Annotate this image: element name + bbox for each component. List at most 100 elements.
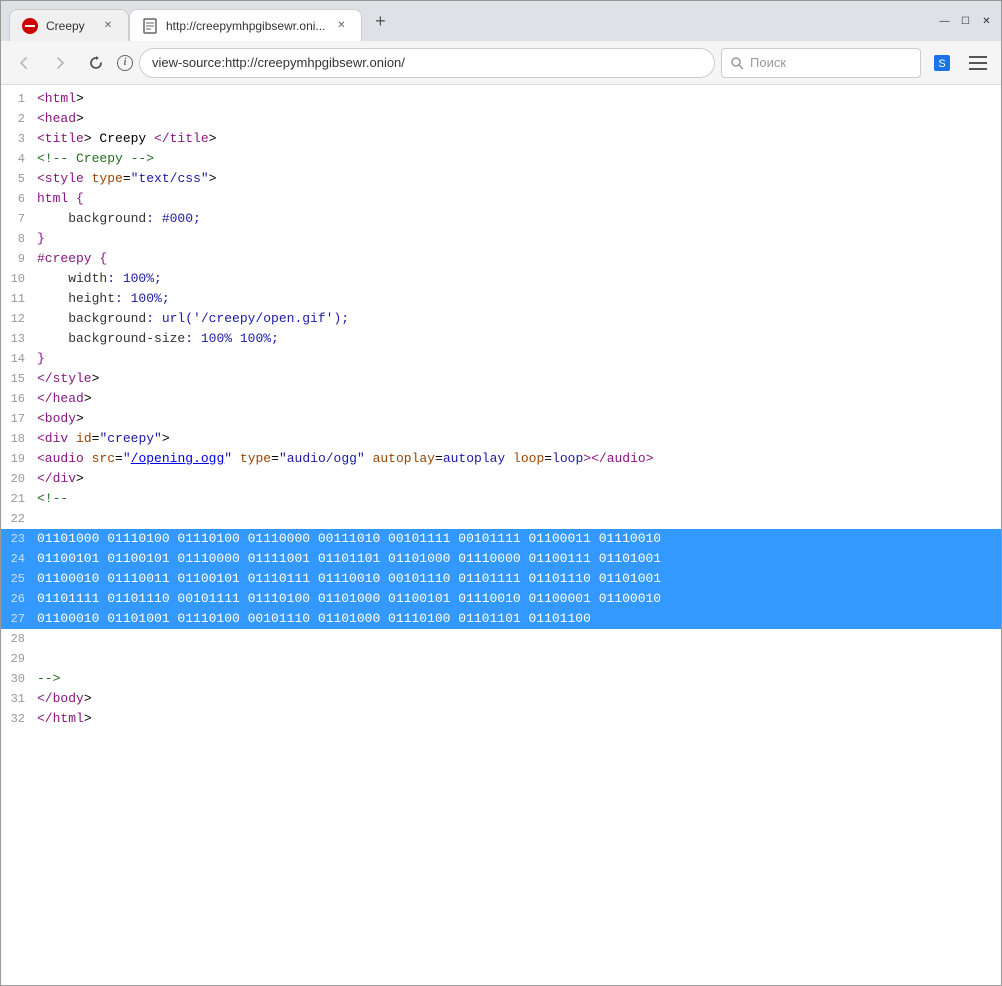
source-line-22: 22 (1, 509, 1001, 529)
line-content: background: url('/creepy/open.gif'); (37, 309, 1001, 329)
line-number: 19 (1, 449, 37, 469)
line-number: 26 (1, 589, 37, 609)
line-content: <head> (37, 109, 1001, 129)
source-line-26: 2601101111 01101110 00101111 01110100 01… (1, 589, 1001, 609)
line-content: --> (37, 669, 1001, 689)
source-line-4: 4<!-- Creepy --> (1, 149, 1001, 169)
source-line-14: 14} (1, 349, 1001, 369)
line-number: 27 (1, 609, 37, 629)
line-number: 9 (1, 249, 37, 269)
source-line-11: 11 height: 100%; (1, 289, 1001, 309)
tab-source[interactable]: http://creepymhpgibsewr.oni... ✕ (129, 9, 362, 41)
source-line-21: 21<!-- (1, 489, 1001, 509)
source-line-25: 2501100010 01110011 01100101 01110111 01… (1, 569, 1001, 589)
source-line-29: 29 (1, 649, 1001, 669)
line-content: </body> (37, 689, 1001, 709)
source-line-15: 15</style> (1, 369, 1001, 389)
tab-group: Creepy ✕ http://creepymhpgibsewr.oni... … (9, 1, 362, 41)
source-line-17: 17<body> (1, 409, 1001, 429)
source-line-16: 16</head> (1, 389, 1001, 409)
address-text: view-source:http://creepymhpgibsewr.onio… (152, 55, 405, 70)
line-number: 6 (1, 189, 37, 209)
source-line-5: 5<style type="text/css"> (1, 169, 1001, 189)
line-number: 18 (1, 429, 37, 449)
tab-creepy-close[interactable]: ✕ (100, 18, 116, 34)
page-favicon (142, 18, 158, 34)
line-content: <html> (37, 89, 1001, 109)
line-content: <title> Creepy </title> (37, 129, 1001, 149)
line-content: width: 100%; (37, 269, 1001, 289)
line-number: 2 (1, 109, 37, 129)
line-number: 31 (1, 689, 37, 709)
source-line-32: 32</html> (1, 709, 1001, 729)
source-line-8: 8} (1, 229, 1001, 249)
minimize-button[interactable]: — (938, 15, 951, 28)
search-bar[interactable]: Поиск (721, 48, 921, 78)
line-number: 20 (1, 469, 37, 489)
source-line-10: 10 width: 100%; (1, 269, 1001, 289)
maximize-button[interactable]: ☐ (959, 15, 972, 28)
line-number: 30 (1, 669, 37, 689)
address-bar[interactable]: view-source:http://creepymhpgibsewr.onio… (139, 48, 715, 78)
line-content: height: 100%; (37, 289, 1001, 309)
source-line-6: 6html { (1, 189, 1001, 209)
line-number: 14 (1, 349, 37, 369)
line-content: #creepy { (37, 249, 1001, 269)
line-number: 22 (1, 509, 37, 529)
line-content: background: #000; (37, 209, 1001, 229)
line-content: </head> (37, 389, 1001, 409)
info-button[interactable]: i (117, 55, 133, 71)
line-number: 3 (1, 129, 37, 149)
source-line-2: 2<head> (1, 109, 1001, 129)
stop-favicon (22, 18, 38, 34)
line-number: 4 (1, 149, 37, 169)
line-number: 11 (1, 289, 37, 309)
window-controls: — ☐ ✕ (938, 15, 993, 28)
line-number: 32 (1, 709, 37, 729)
source-view: 1<html>2<head>3<title> Creepy </title>4<… (1, 85, 1001, 985)
source-line-30: 30--> (1, 669, 1001, 689)
tab-creepy-label: Creepy (46, 19, 92, 33)
hamburger-icon (969, 56, 987, 70)
source-line-3: 3<title> Creepy </title> (1, 129, 1001, 149)
profile-icon: S (933, 54, 951, 72)
line-number: 25 (1, 569, 37, 589)
line-content: <div id="creepy"> (37, 429, 1001, 449)
menu-button[interactable] (963, 48, 993, 78)
line-content: <style type="text/css"> (37, 169, 1001, 189)
forward-button[interactable] (45, 48, 75, 78)
line-content: 01101111 01101110 00101111 01110100 0110… (37, 589, 1001, 609)
tab-creepy[interactable]: Creepy ✕ (9, 9, 129, 41)
search-placeholder: Поиск (750, 55, 786, 70)
browser-window: Creepy ✕ http://creepymhpgibsewr.oni... … (0, 0, 1002, 986)
line-number: 12 (1, 309, 37, 329)
line-number: 17 (1, 409, 37, 429)
no-script-icon (22, 18, 38, 34)
profile-button[interactable]: S (927, 48, 957, 78)
line-number: 1 (1, 89, 37, 109)
line-content: html { (37, 189, 1001, 209)
info-icon-label: i (124, 57, 127, 68)
refresh-button[interactable] (81, 48, 111, 78)
line-content: } (37, 229, 1001, 249)
line-content: </html> (37, 709, 1001, 729)
source-line-18: 18<div id="creepy"> (1, 429, 1001, 449)
close-button[interactable]: ✕ (980, 15, 993, 28)
source-line-27: 2701100010 01101001 01110100 00101110 01… (1, 609, 1001, 629)
source-line-31: 31</body> (1, 689, 1001, 709)
line-number: 7 (1, 209, 37, 229)
line-content: } (37, 349, 1001, 369)
new-tab-button[interactable]: + (366, 7, 394, 35)
line-content: <body> (37, 409, 1001, 429)
tab-source-close[interactable]: ✕ (333, 18, 349, 34)
source-line-12: 12 background: url('/creepy/open.gif'); (1, 309, 1001, 329)
source-line-13: 13 background-size: 100% 100%; (1, 329, 1001, 349)
refresh-icon (88, 55, 104, 71)
nav-bar: i view-source:http://creepymhpgibsewr.on… (1, 41, 1001, 85)
source-line-1: 1<html> (1, 89, 1001, 109)
source-line-9: 9#creepy { (1, 249, 1001, 269)
line-number: 21 (1, 489, 37, 509)
line-content: <!-- (37, 489, 1001, 509)
svg-text:S: S (938, 58, 945, 70)
back-button[interactable] (9, 48, 39, 78)
